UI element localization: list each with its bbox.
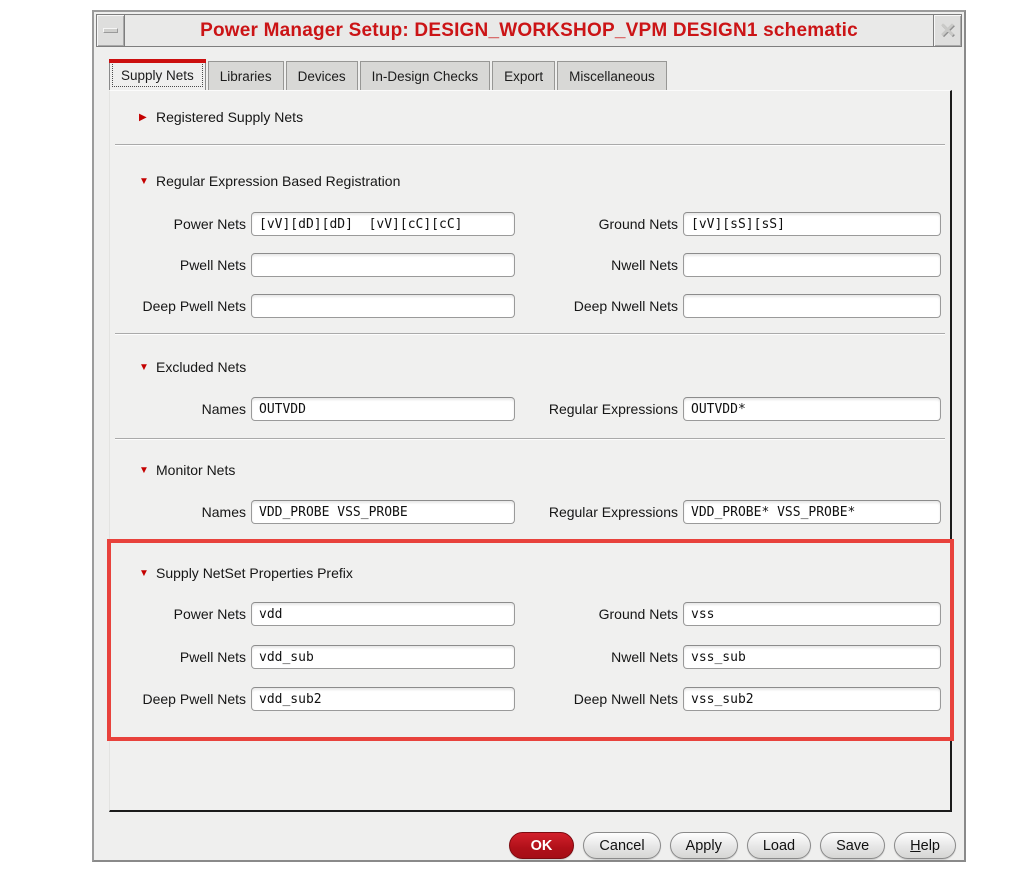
close-icon: ✕	[939, 19, 956, 42]
netset-nwell-label: Nwell Nets	[611, 649, 678, 665]
title-bar: Power Manager Setup: DESIGN_WORKSHOP_VPM…	[96, 14, 962, 47]
load-button[interactable]: Load	[746, 832, 812, 859]
power-manager-setup-dialog: Power Manager Setup: DESIGN_WORKSHOP_VPM…	[92, 10, 966, 862]
section-header-monitor-nets[interactable]: ▼ Monitor Nets	[110, 458, 950, 482]
save-button[interactable]: Save	[820, 832, 886, 859]
ground-nets-regex-label: Ground Nets	[598, 216, 678, 232]
excluded-names-label: Names	[201, 401, 246, 417]
monitor-names-label: Names	[201, 504, 246, 520]
power-nets-regex-input[interactable]	[251, 212, 515, 236]
apply-button[interactable]: Apply	[669, 832, 738, 859]
section-header-excluded-nets[interactable]: ▼ Excluded Nets	[110, 355, 950, 379]
separator	[115, 144, 945, 146]
pwell-nets-regex-label: Pwell Nets	[179, 257, 246, 273]
section-header-netset-prefix[interactable]: ▼ Supply NetSet Properties Prefix	[110, 561, 950, 585]
tab-supply-nets[interactable]: Supply Nets	[109, 59, 206, 90]
section-header-registered-supply-nets[interactable]: ▶ Registered Supply Nets	[110, 105, 950, 129]
netset-deep-pwell-input[interactable]	[251, 687, 515, 711]
ok-button[interactable]: OK	[508, 832, 575, 859]
help-button[interactable]: Help	[894, 832, 956, 859]
button-label: OK	[530, 837, 553, 854]
nwell-nets-regex-label: Nwell Nets	[611, 257, 678, 273]
tab-export[interactable]: Export	[492, 61, 556, 90]
tab-libraries[interactable]: Libraries	[207, 61, 284, 90]
tab-label: Miscellaneous	[569, 68, 655, 84]
ground-nets-regex-input[interactable]	[683, 212, 941, 236]
field-row: Power Nets Ground Nets	[110, 212, 950, 236]
tab-in-design-checks[interactable]: In-Design Checks	[359, 61, 491, 90]
tab-label: Libraries	[219, 68, 272, 84]
section-title: Regular Expression Based Registration	[156, 173, 401, 189]
title-strip: Power Manager Setup: DESIGN_WORKSHOP_VPM…	[125, 14, 933, 47]
pwell-nets-regex-input[interactable]	[251, 253, 515, 277]
expanded-arrow-icon: ▼	[139, 464, 149, 476]
netset-power-label: Power Nets	[173, 606, 246, 622]
button-label: Help	[910, 837, 940, 854]
netset-deep-pwell-label: Deep Pwell Nets	[142, 691, 247, 707]
netset-nwell-input[interactable]	[683, 645, 941, 669]
collapsed-arrow-icon: ▶	[139, 111, 147, 123]
nwell-nets-regex-input[interactable]	[683, 253, 941, 277]
field-row: Deep Pwell Nets Deep Nwell Nets	[110, 687, 950, 711]
section-title: Excluded Nets	[156, 359, 247, 375]
netset-pwell-input[interactable]	[251, 645, 515, 669]
field-row: Pwell Nets Nwell Nets	[110, 253, 950, 277]
tab-miscellaneous[interactable]: Miscellaneous	[557, 61, 667, 90]
netset-pwell-label: Pwell Nets	[179, 649, 246, 665]
section-title: Registered Supply Nets	[156, 109, 304, 125]
section-header-regex-registration[interactable]: ▼ Regular Expression Based Registration	[110, 169, 950, 193]
field-row: Names Regular Expressions	[110, 397, 950, 421]
expanded-arrow-icon: ▼	[139, 361, 149, 373]
netset-deep-nwell-label: Deep Nwell Nets	[573, 691, 678, 707]
netset-deep-nwell-input[interactable]	[683, 687, 941, 711]
tab-label: Devices	[297, 68, 346, 84]
button-label: Apply	[685, 837, 722, 854]
deep-pwell-nets-regex-input[interactable]	[251, 294, 515, 318]
section-title: Supply NetSet Properties Prefix	[156, 565, 353, 581]
button-label: Save	[836, 837, 870, 854]
netset-ground-input[interactable]	[683, 602, 941, 626]
deep-pwell-nets-regex-label: Deep Pwell Nets	[142, 298, 247, 314]
field-row: Names Regular Expressions	[110, 500, 950, 524]
supply-nets-panel: ▶ Registered Supply Nets ▼ Regular Expre…	[107, 90, 954, 812]
tab-label: Export	[504, 68, 544, 84]
excluded-regex-input[interactable]	[683, 397, 941, 421]
excluded-names-input[interactable]	[251, 397, 515, 421]
tab-devices[interactable]: Devices	[285, 61, 358, 90]
section-title: Monitor Nets	[156, 462, 236, 478]
field-row: Deep Pwell Nets Deep Nwell Nets	[110, 294, 950, 318]
dialog-button-row: OK Cancel Apply Load Save Help	[508, 832, 956, 859]
excluded-regex-label: Regular Expressions	[548, 401, 678, 417]
tab-bar: Supply Nets Libraries Devices In-Design …	[109, 59, 669, 90]
separator	[115, 333, 945, 335]
close-button[interactable]: ✕	[933, 14, 962, 47]
button-label: Load	[762, 837, 796, 854]
netset-ground-label: Ground Nets	[598, 606, 678, 622]
power-nets-regex-label: Power Nets	[173, 216, 246, 232]
netset-power-input[interactable]	[251, 602, 515, 626]
expanded-arrow-icon: ▼	[139, 175, 149, 187]
monitor-regex-label: Regular Expressions	[548, 504, 678, 520]
tab-label: In-Design Checks	[371, 68, 479, 84]
tab-label: Supply Nets	[121, 67, 194, 83]
monitor-regex-input[interactable]	[683, 500, 941, 524]
monitor-names-input[interactable]	[251, 500, 515, 524]
window-title: Power Manager Setup: DESIGN_WORKSHOP_VPM…	[200, 19, 858, 41]
button-label: Cancel	[599, 837, 645, 854]
cancel-button[interactable]: Cancel	[583, 832, 661, 859]
field-row: Power Nets Ground Nets	[110, 602, 950, 626]
deep-nwell-nets-regex-label: Deep Nwell Nets	[573, 298, 678, 314]
deep-nwell-nets-regex-input[interactable]	[683, 294, 941, 318]
expanded-arrow-icon: ▼	[139, 567, 149, 579]
minimize-button[interactable]	[96, 14, 125, 47]
separator	[115, 438, 945, 440]
field-row: Pwell Nets Nwell Nets	[110, 645, 950, 669]
minimize-icon	[103, 28, 118, 33]
